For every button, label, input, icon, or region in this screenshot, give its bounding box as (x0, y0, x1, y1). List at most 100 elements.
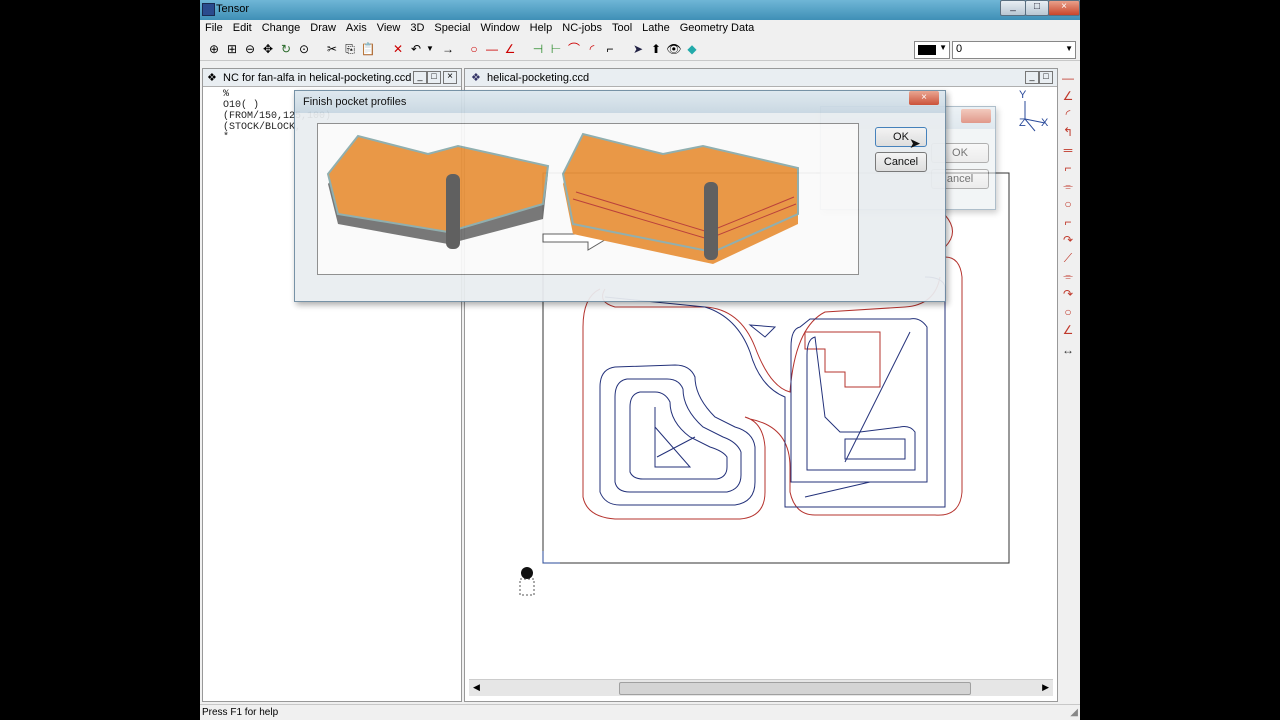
inner-toolpath (804, 331, 881, 388)
drawing-window-titlebar: ❖ helical-pocketing.ccd _ □ (465, 69, 1057, 87)
redraw-icon[interactable]: ↻ (278, 41, 294, 57)
select-arrow-icon[interactable]: ➤ (630, 41, 646, 57)
maximize-button[interactable]: □ (427, 71, 441, 84)
menu-change[interactable]: Change (257, 20, 306, 34)
minimize-button[interactable]: _ (1000, 0, 1026, 16)
redo-arrow-icon[interactable]: → (440, 41, 456, 57)
cut-icon[interactable]: ✂ (324, 41, 340, 57)
menu-tool[interactable]: Tool (607, 20, 637, 34)
arc-icon[interactable]: ◜ (584, 41, 600, 57)
menu-geometry-data[interactable]: Geometry Data (675, 20, 760, 34)
menu-view[interactable]: View (372, 20, 406, 34)
menu-nc-jobs[interactable]: NC-jobs (557, 20, 607, 34)
nc-line: % (223, 89, 230, 100)
menu-axis[interactable]: Axis (341, 20, 372, 34)
measure-icon[interactable]: ↔ (1060, 342, 1076, 358)
line-icon[interactable]: — (1060, 70, 1076, 86)
fillet-icon[interactable]: ↷ (1060, 286, 1076, 302)
close-button[interactable]: × (909, 91, 939, 105)
drawing-window-title: helical-pocketing.ccd (487, 72, 590, 84)
parallel-line-icon[interactable]: ═ (1060, 142, 1076, 158)
menu-special[interactable]: Special (429, 20, 475, 34)
undo-dropdown-icon[interactable]: ▼ (422, 41, 438, 57)
circle-icon[interactable]: ○ (466, 41, 482, 57)
pocket-illustration (326, 132, 799, 264)
chevron-down-icon: ▼ (939, 43, 947, 52)
zoom-all-icon[interactable]: ⊙ (296, 41, 312, 57)
window-title: Tensor (216, 3, 250, 15)
close-button[interactable] (961, 109, 991, 123)
line-icon[interactable]: — (484, 41, 500, 57)
nc-window-titlebar: ❖ NC for fan-alfa in helical-pocketing.c… (203, 69, 461, 87)
cancel-button[interactable]: Cancel (875, 152, 927, 172)
scroll-left-icon[interactable]: ◀ (473, 682, 480, 693)
menu-help[interactable]: Help (525, 20, 558, 34)
angle-icon[interactable]: ∠ (1060, 322, 1076, 338)
angle-line-icon[interactable]: ∠ (1060, 88, 1076, 104)
menu-draw[interactable]: Draw (305, 20, 341, 34)
arc-icon[interactable]: ◜ (1060, 106, 1076, 122)
tangent-arc-icon[interactable]: ↰ (1060, 124, 1076, 140)
nc-line: * (223, 132, 230, 143)
menu-3d[interactable]: 3D (405, 20, 429, 34)
chamfer-icon[interactable]: ⌯ (1060, 268, 1076, 284)
fillet-icon[interactable]: ⌒ (566, 41, 582, 57)
toolbar: ⊕ ⊞ ⊖ ✥ ↻ ⊙ ✂ ⎘ 📋 ✕ ↶ ▼ → ○ — ∠ ⊣ ⊢ ⌒ ◜ … (200, 38, 1080, 61)
zoom-in-icon[interactable]: ⊕ (206, 41, 222, 57)
nc-line: O10( ) (223, 100, 260, 111)
dimension-2-icon[interactable]: ⊢ (548, 41, 564, 57)
horizontal-scrollbar[interactable]: ◀ ▶ (469, 679, 1053, 696)
mouse-cursor-icon: ➤ (909, 135, 921, 151)
finish-pocket-profiles-dialog: Finish pocket profiles × OK Cancel ➤ (294, 90, 946, 302)
scrollbar-thumb[interactable] (619, 682, 971, 695)
nc-line: (STOCK/BLOCK, (223, 122, 302, 133)
layer-select[interactable]: 0 ▼ (952, 41, 1076, 59)
pan-icon[interactable]: ✥ (260, 41, 276, 57)
circle-icon[interactable]: ○ (1060, 196, 1076, 212)
menu-file[interactable]: File (200, 20, 228, 34)
menu-window[interactable]: Window (476, 20, 525, 34)
color-picker[interactable]: ▼ (914, 41, 950, 59)
maximize-button[interactable]: □ (1025, 0, 1049, 16)
chevron-down-icon: ▼ (1065, 44, 1073, 53)
delete-icon[interactable]: ✕ (390, 41, 406, 57)
angle-icon[interactable]: ∠ (502, 41, 518, 57)
document-icon: ❖ (471, 72, 481, 84)
circle-2-icon[interactable]: ○ (1060, 304, 1076, 320)
nc-window-title: NC for fan-alfa in helical-pocketing.ccd (223, 72, 412, 84)
application-window: Tensor _ □ × File Edit Change Draw Axis View 3… (200, 0, 1080, 720)
close-button[interactable]: × (443, 71, 457, 84)
trim-icon[interactable]: ⌐ (602, 41, 618, 57)
zoom-window-icon[interactable]: ⊞ (224, 41, 240, 57)
minimize-button[interactable]: _ (1025, 71, 1039, 84)
curve-icon[interactable]: ↷ (1060, 232, 1076, 248)
corner-icon[interactable]: ⌐ (1060, 160, 1076, 176)
offset-icon[interactable]: ⌯ (1060, 178, 1076, 194)
status-text: Press F1 for help (202, 707, 279, 718)
menu-lathe[interactable]: Lathe (637, 20, 675, 34)
illustration-panel (317, 123, 859, 275)
origin-marker (519, 551, 560, 596)
tool-icon[interactable]: ⬆ (648, 41, 664, 57)
status-bar: Press F1 for help ◢ (200, 704, 1080, 720)
close-button[interactable]: × (1048, 0, 1080, 16)
diamond-icon[interactable]: ◆ (684, 41, 700, 57)
maximize-button[interactable]: □ (1039, 71, 1053, 84)
paste-icon[interactable]: 📋 (360, 41, 376, 57)
slash-icon[interactable]: ⟋ (1060, 250, 1076, 266)
menu-edit[interactable]: Edit (228, 20, 257, 34)
contour-offsets (599, 276, 946, 508)
after-block (561, 132, 799, 264)
resize-grip-icon[interactable]: ◢ (1070, 707, 1078, 718)
eye-icon[interactable]: 👁 (666, 41, 682, 57)
app-icon (202, 3, 215, 16)
title-bar: Tensor _ □ × (200, 0, 1080, 20)
zoom-out-icon[interactable]: ⊖ (242, 41, 258, 57)
corner-2-icon[interactable]: ⌐ (1060, 214, 1076, 230)
document-icon: ❖ (207, 72, 217, 84)
minimize-button[interactable]: _ (413, 71, 427, 84)
scroll-right-icon[interactable]: ▶ (1042, 682, 1049, 693)
copy-icon[interactable]: ⎘ (342, 41, 358, 57)
arc-toolpath (944, 214, 953, 248)
dimension-icon[interactable]: ⊣ (530, 41, 546, 57)
